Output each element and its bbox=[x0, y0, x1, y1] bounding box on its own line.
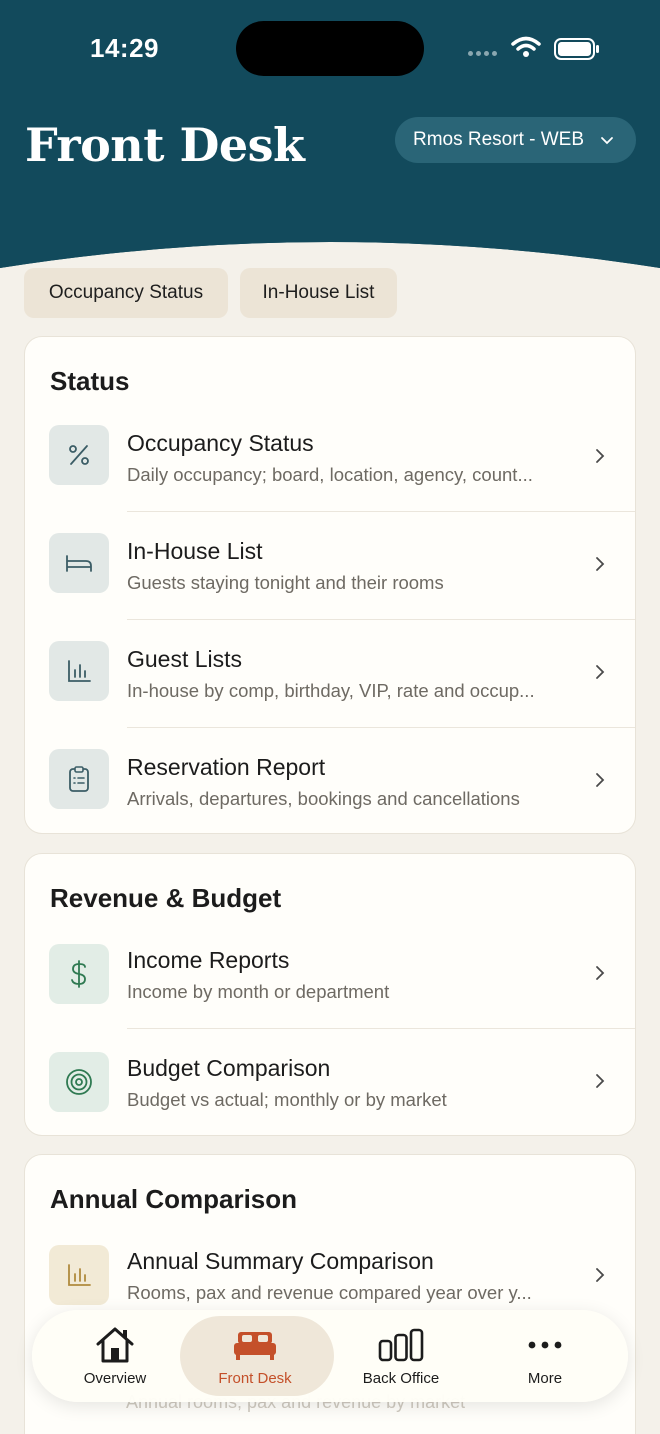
chevron-right-icon bbox=[596, 665, 605, 679]
chevron-right-icon bbox=[596, 557, 605, 571]
item-title: Occupancy Status bbox=[127, 430, 314, 456]
tab-overview[interactable]: Overview bbox=[40, 1310, 190, 1402]
item-subtitle: Guests staying tonight and their rooms bbox=[127, 572, 444, 593]
bar-chart-icon bbox=[49, 641, 109, 701]
percent-icon bbox=[49, 425, 109, 485]
header: 14:29 Front Desk Rmos Resort - WEB bbox=[0, 0, 660, 270]
cellular-signal-icon bbox=[468, 51, 497, 56]
item-title: Income Reports bbox=[127, 947, 290, 973]
tab-back-office[interactable]: Back Office bbox=[326, 1310, 476, 1402]
wifi-icon bbox=[511, 36, 541, 57]
tab-label: Front Desk bbox=[218, 1369, 292, 1387]
list-item-guest-lists[interactable]: Guest Lists In-house by comp, birthday, … bbox=[25, 619, 635, 727]
item-title: Guest Lists bbox=[127, 646, 243, 672]
status-card: Status Occupancy Status Daily occupancy;… bbox=[24, 336, 636, 834]
chip-occupancy-status[interactable]: Occupancy Status bbox=[24, 268, 228, 318]
tab-label: Back Office bbox=[362, 1369, 440, 1387]
list-item-occupancy-status[interactable]: Occupancy Status Daily occupancy; board,… bbox=[25, 403, 635, 511]
battery-icon bbox=[554, 38, 599, 60]
tab-label: Overview bbox=[83, 1369, 147, 1387]
item-subtitle: Arrivals, departures, bookings and cance… bbox=[127, 788, 520, 809]
item-subtitle: Rooms, pax and revenue compared year ove… bbox=[127, 1282, 532, 1303]
dollar-icon bbox=[49, 944, 109, 1004]
section-title: Revenue & Budget bbox=[50, 883, 282, 913]
bed-icon bbox=[232, 1326, 278, 1364]
bar-chart-icon bbox=[49, 1245, 109, 1305]
item-title: Reservation Report bbox=[127, 754, 326, 780]
status-time: 14:29 bbox=[90, 33, 159, 63]
divider bbox=[127, 1028, 635, 1029]
section-title: Annual Comparison bbox=[50, 1184, 298, 1214]
chevron-right-icon bbox=[596, 1074, 605, 1088]
page-title: Front Desk bbox=[25, 118, 305, 172]
chevron-right-icon bbox=[596, 966, 605, 980]
tab-label: More bbox=[527, 1369, 563, 1387]
dynamic-island bbox=[236, 21, 424, 76]
tab-more[interactable]: More bbox=[470, 1310, 620, 1402]
item-subtitle: In-house by comp, birthday, VIP, rate an… bbox=[127, 680, 535, 701]
columns-icon bbox=[378, 1326, 424, 1364]
list-item-in-house-list[interactable]: In-House List Guests staying tonight and… bbox=[25, 511, 635, 619]
revenue-budget-card: Revenue & Budget Income Reports Income b… bbox=[24, 853, 636, 1136]
house-icon bbox=[94, 1326, 136, 1364]
resort-picker[interactable]: Rmos Resort - WEB bbox=[395, 117, 636, 163]
target-icon bbox=[49, 1052, 109, 1112]
chevron-down-icon bbox=[601, 137, 613, 145]
item-title: Annual Summary Comparison bbox=[127, 1248, 434, 1274]
item-title: Budget Comparison bbox=[127, 1055, 331, 1081]
tab-bar: Overview Front Desk Back Office More bbox=[32, 1310, 628, 1402]
list-item-income-reports[interactable]: Income Reports Income by month or depart… bbox=[25, 920, 635, 1028]
divider bbox=[127, 511, 635, 512]
status-bar: 14:29 bbox=[0, 0, 660, 100]
divider bbox=[127, 619, 635, 620]
chip-in-house-list[interactable]: In-House List bbox=[240, 268, 397, 318]
list-item-budget-comparison[interactable]: Budget Comparison Budget vs actual; mont… bbox=[25, 1028, 635, 1135]
item-subtitle: Budget vs actual; monthly or by market bbox=[127, 1089, 447, 1110]
chevron-right-icon bbox=[596, 1268, 605, 1282]
tab-front-desk[interactable]: Front Desk bbox=[180, 1310, 334, 1402]
divider bbox=[127, 727, 635, 728]
item-subtitle: Daily occupancy; board, location, agency… bbox=[127, 464, 533, 485]
clipboard-icon bbox=[49, 749, 109, 809]
bed-icon bbox=[49, 533, 109, 593]
chevron-right-icon bbox=[596, 449, 605, 463]
chevron-right-icon bbox=[596, 773, 605, 787]
item-subtitle: Income by month or department bbox=[127, 981, 390, 1002]
list-item-reservation-report[interactable]: Reservation Report Arrivals, departures,… bbox=[25, 727, 635, 833]
section-title: Status bbox=[50, 366, 130, 396]
item-title: In-House List bbox=[127, 538, 263, 564]
resort-picker-label: Rmos Resort - WEB bbox=[413, 129, 585, 150]
ellipsis-icon bbox=[527, 1326, 563, 1364]
